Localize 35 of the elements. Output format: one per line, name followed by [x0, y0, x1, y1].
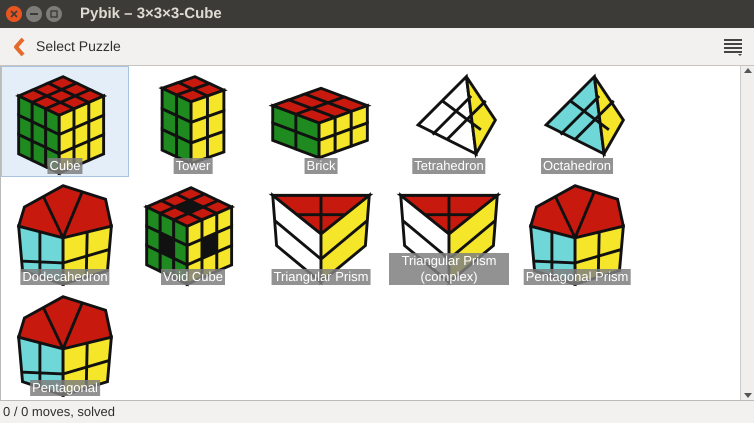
- puzzle-label: Brick: [304, 158, 338, 174]
- scroll-down-icon: [744, 393, 752, 398]
- close-button[interactable]: [6, 6, 22, 22]
- window-title: Pybik – 3×3×3-Cube: [80, 4, 222, 24]
- minimize-button[interactable]: [26, 6, 42, 22]
- puzzle-item[interactable]: Pentagonal: [1, 288, 129, 399]
- puzzle-item[interactable]: Dodecahedron: [1, 177, 129, 288]
- scrollbar[interactable]: [740, 66, 754, 400]
- puzzle-item[interactable]: Tetrahedron: [385, 66, 513, 177]
- puzzle-item[interactable]: Cube: [1, 66, 129, 177]
- puzzle-item[interactable]: Tower: [129, 66, 257, 177]
- puzzle-item[interactable]: Triangular Prism: [257, 177, 385, 288]
- puzzle-label: Void Cube: [161, 269, 225, 285]
- puzzle-label: Octahedron: [541, 158, 613, 174]
- puzzle-item[interactable]: Brick: [257, 66, 385, 177]
- puzzle-label: Cube: [47, 158, 83, 174]
- toolbar-title: Select Puzzle: [36, 37, 121, 56]
- puzzle-item[interactable]: Pentagonal Prism: [513, 177, 641, 288]
- puzzle-label: Tower: [174, 158, 212, 174]
- puzzle-label: Triangular Prism: [272, 269, 370, 285]
- maximize-button[interactable]: [46, 6, 62, 22]
- puzzle-label: Dodecahedron: [20, 269, 110, 285]
- puzzle-label: Tetrahedron: [412, 158, 486, 174]
- minimize-icon: [30, 13, 38, 15]
- status-text: 0 / 0 moves, solved: [3, 403, 115, 422]
- menu-icon: [723, 38, 743, 56]
- puzzle-label: Triangular Prism (complex): [389, 253, 509, 285]
- puzzle-label: Pentagonal Prism: [524, 269, 630, 285]
- close-icon: [10, 10, 18, 18]
- scroll-up-icon: [744, 68, 752, 73]
- puzzle-item[interactable]: Void Cube: [129, 177, 257, 288]
- puzzle-item[interactable]: Octahedron: [513, 66, 641, 177]
- maximize-icon: [50, 10, 58, 18]
- puzzle-item[interactable]: Triangular Prism (complex): [385, 177, 513, 288]
- puzzle-label: Pentagonal: [30, 380, 100, 396]
